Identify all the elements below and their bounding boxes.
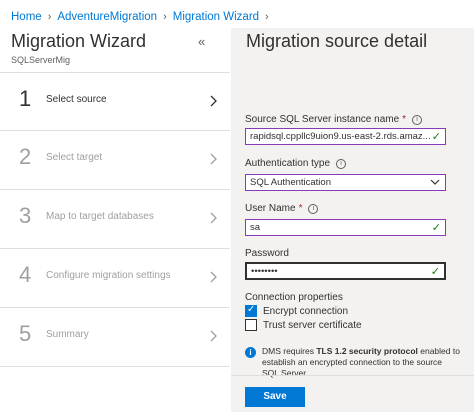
info-filled-icon: i [245,347,256,358]
label-text: Authentication type [245,158,331,169]
input-value: rapidsql.cppllc9uion9.us-east-2.rds.amaz… [250,131,431,142]
checkbox-label: Encrypt connection [263,305,349,317]
chevron-right-icon: › [163,11,167,23]
chevron-right-icon [210,271,217,283]
step-label: Select source [46,94,107,105]
trust-certificate-option[interactable]: Trust server certificate [245,319,362,331]
label-text: Password [245,248,289,259]
label-text: Source SQL Server instance name [245,114,400,125]
required-marker: * [298,203,303,214]
dropdown-value: SQL Authentication [250,177,331,188]
instance-name-input[interactable]: rapidsql.cppllc9uion9.us-east-2.rds.amaz… [245,128,446,145]
user-name-label: User Name * i [245,203,319,214]
step-number: 5 [19,321,32,346]
chevron-right-icon: › [47,11,52,23]
breadcrumb-home[interactable]: Home [11,11,42,23]
breadcrumb-migration-wizard[interactable]: Migration Wizard [173,11,259,23]
steps-list: 1 Select source 2 Select target 3 Map to… [0,72,230,367]
step-number: 2 [19,144,32,169]
input-value: •••••••• [251,266,278,277]
checkmark-icon: ✓ [431,222,441,234]
chevron-right-icon: › [265,11,269,23]
step-number: 1 [19,86,32,111]
checkmark-icon: ✓ [430,266,440,278]
encrypt-connection-option[interactable]: Encrypt connection [245,304,349,317]
encrypt-connection-checkbox[interactable] [245,304,257,317]
breadcrumb: Home › AdventureMigration › Migration Wi… [11,8,275,26]
step-label: Configure migration settings [46,270,171,281]
page-subtitle: SQLServerMig [11,55,71,65]
chevron-down-icon [430,179,440,185]
chevron-right-icon [210,95,217,107]
checkbox-label: Trust server certificate [263,319,362,331]
step-label: Select target [46,152,103,163]
info-icon[interactable]: i [308,203,319,214]
wizard-steps-panel: Migration Wizard « SQLServerMig 1 Select… [0,28,230,412]
step-label: Summary [46,329,89,340]
auth-type-dropdown[interactable]: SQL Authentication [245,174,446,191]
step-configure-settings[interactable]: 4 Configure migration settings [0,249,230,308]
password-input[interactable]: •••••••• ✓ [245,262,446,280]
footer-divider [231,375,474,376]
step-select-target[interactable]: 2 Select target [0,131,230,190]
step-select-source[interactable]: 1 Select source [0,72,230,131]
save-button[interactable]: Save [245,387,305,407]
step-number: 4 [19,262,32,287]
info-icon[interactable]: i [412,114,423,125]
panel-title: Migration source detail [246,31,428,51]
step-map-databases[interactable]: 3 Map to target databases [0,190,230,249]
auth-type-label: Authentication type i [245,158,347,169]
source-detail-panel: Migration source detail Source SQL Serve… [231,28,474,412]
instance-name-label: Source SQL Server instance name * i [245,114,423,125]
required-marker: * [402,114,407,125]
chevron-right-icon [210,153,217,165]
label-text: User Name [245,203,296,214]
password-label: Password [245,248,289,259]
chevron-right-icon [210,212,217,224]
note-prefix: DMS requires [262,346,317,356]
step-number: 3 [19,203,32,228]
step-summary[interactable]: 5 Summary [0,308,230,367]
collapse-icon[interactable]: « [198,34,205,49]
trust-certificate-checkbox[interactable] [245,319,257,331]
chevron-right-icon [210,330,217,342]
info-icon[interactable]: i [336,158,347,169]
user-name-input[interactable]: sa ✓ [245,219,446,236]
breadcrumb-adventure-migration[interactable]: AdventureMigration [57,11,157,23]
connection-properties-label: Connection properties [245,292,343,303]
checkmark-icon: ✓ [431,131,441,143]
note-bold: TLS 1.2 security protocol [316,346,418,356]
page-title: Migration Wizard [11,31,147,51]
step-label: Map to target databases [46,211,154,222]
input-value: sa [250,222,261,233]
